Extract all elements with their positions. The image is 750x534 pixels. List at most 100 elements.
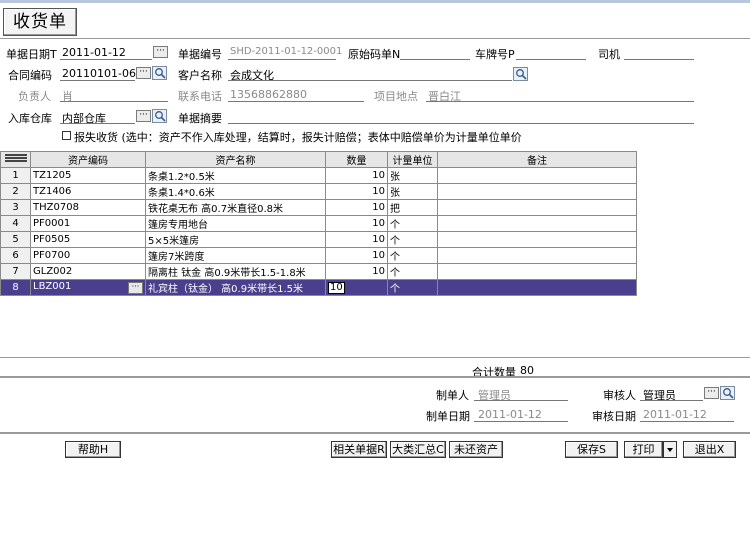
- cell-name[interactable]: 篷房7米跨度: [145, 247, 326, 264]
- cell-code[interactable]: PF0505: [30, 231, 146, 248]
- summary-field[interactable]: [228, 123, 694, 124]
- cell-note[interactable]: [437, 199, 637, 216]
- cell-qty[interactable]: 10: [325, 247, 388, 264]
- manager-underline: [60, 101, 168, 102]
- cell-qty[interactable]: 10: [325, 263, 388, 280]
- auditor-search-icon[interactable]: [720, 386, 735, 400]
- customer-search-icon[interactable]: [513, 67, 528, 81]
- warehouse-label: 入库仓库: [8, 112, 52, 125]
- contract-browse-button[interactable]: ···: [136, 67, 151, 79]
- cell-note[interactable]: [437, 231, 637, 248]
- cell-code[interactable]: TZ1205: [30, 167, 146, 184]
- cell-code[interactable]: TZ1406: [30, 183, 146, 200]
- cell-unit[interactable]: 张: [387, 167, 438, 184]
- cell-qty[interactable]: 10: [325, 183, 388, 200]
- maker-underline: [474, 400, 568, 401]
- category-summary-button[interactable]: 大类汇总C: [390, 441, 446, 458]
- qty-edit-input[interactable]: 10: [328, 281, 345, 294]
- cell-code[interactable]: LBZ001 ···: [30, 279, 146, 296]
- cell-qty[interactable]: 10: [325, 215, 388, 232]
- asset-grid[interactable]: 资产编码 资产名称 数量 计量单位 备注 1 TZ1205 条桌1.2*0.5米…: [0, 151, 637, 296]
- cell-unit[interactable]: 张: [387, 183, 438, 200]
- cell-qty[interactable]: 10: [325, 199, 388, 216]
- table-row[interactable]: 5 PF0505 5×5米篷房 10 个: [0, 231, 637, 248]
- cell-unit[interactable]: 个: [387, 247, 438, 264]
- plate-field[interactable]: [516, 59, 586, 60]
- loss-receive-checkbox[interactable]: [62, 131, 71, 140]
- cell-unit[interactable]: 个: [387, 279, 438, 296]
- table-row[interactable]: 1 TZ1205 条桌1.2*0.5米 10 张: [0, 167, 637, 184]
- print-dropdown-button[interactable]: [663, 441, 677, 458]
- col-quantity[interactable]: 数量: [325, 151, 388, 168]
- cell-name[interactable]: 条桌1.2*0.5米: [145, 167, 326, 184]
- cell-unit[interactable]: 个: [387, 263, 438, 280]
- cell-qty[interactable]: 10: [325, 231, 388, 248]
- help-button[interactable]: 帮助H: [65, 441, 121, 458]
- row-number: 1: [0, 167, 31, 184]
- cell-qty[interactable]: 10: [325, 167, 388, 184]
- doc-date-label: 单据日期T: [6, 48, 57, 61]
- cell-name[interactable]: 篷房专用地台: [145, 215, 326, 232]
- related-docs-button[interactable]: 相关单据R: [331, 441, 387, 458]
- exit-button[interactable]: 退出X: [683, 441, 736, 458]
- cell-unit[interactable]: 个: [387, 215, 438, 232]
- cell-note[interactable]: [437, 263, 637, 280]
- driver-field[interactable]: [624, 59, 694, 60]
- row-number: 8: [0, 279, 31, 296]
- cell-unit[interactable]: 把: [387, 199, 438, 216]
- cell-code[interactable]: GLZ002: [30, 263, 146, 280]
- cell-note[interactable]: [437, 247, 637, 264]
- form-title: 收货单: [3, 8, 77, 36]
- code-browse-button[interactable]: ···: [128, 282, 143, 294]
- col-note[interactable]: 备注: [437, 151, 637, 168]
- doc-no-underline: [228, 59, 336, 60]
- phone-underline: [228, 101, 364, 102]
- cell-code[interactable]: PF0700: [30, 247, 146, 264]
- contract-underline: [60, 80, 135, 81]
- doc-date-value[interactable]: 2011-01-12: [62, 46, 126, 59]
- customer-underline: [228, 80, 512, 81]
- unreturned-assets-button[interactable]: 未还资产: [449, 441, 503, 458]
- cell-note[interactable]: [437, 167, 637, 184]
- col-asset-name[interactable]: 资产名称: [145, 151, 326, 168]
- col-unit[interactable]: 计量单位: [387, 151, 438, 168]
- warehouse-underline: [60, 123, 135, 124]
- table-row[interactable]: 2 TZ1406 条桌1.4*0.6米 10 张: [0, 183, 637, 200]
- auditor-browse-button[interactable]: ···: [704, 387, 719, 399]
- doc-no-label: 单据编号: [178, 48, 222, 61]
- cell-name[interactable]: 条桌1.4*0.6米: [145, 183, 326, 200]
- doc-date-picker-button[interactable]: ···: [153, 46, 168, 58]
- cell-note[interactable]: [437, 183, 637, 200]
- cell-name[interactable]: 隔离柱 钛金 高0.9米带长1.5-1.8米: [145, 263, 326, 280]
- table-row[interactable]: 6 PF0700 篷房7米跨度 10 个: [0, 247, 637, 264]
- cell-unit[interactable]: 个: [387, 231, 438, 248]
- table-row[interactable]: 4 PF0001 篷房专用地台 10 个: [0, 215, 637, 232]
- loss-receive-label: 报失收货 (选中：资产不作入库处理，结算时，报失计赔偿；表体中赔偿单价为计量单位…: [74, 131, 522, 144]
- cell-note[interactable]: [437, 215, 637, 232]
- col-asset-code[interactable]: 资产编码: [30, 151, 146, 168]
- cell-code[interactable]: PF0001: [30, 215, 146, 232]
- phone-value: 13568862880: [230, 88, 307, 101]
- contract-value[interactable]: 20110101-06: [62, 67, 136, 80]
- grid-corner[interactable]: [0, 151, 31, 168]
- cell-qty[interactable]: 10: [325, 279, 388, 296]
- print-button[interactable]: 打印: [624, 441, 663, 458]
- cell-note[interactable]: [437, 279, 637, 296]
- doc-no-value: SHD-2011-01-12-0001: [230, 46, 343, 57]
- cell-name[interactable]: 铁花桌无布 高0.7米直径0.8米: [145, 199, 326, 216]
- orig-no-field[interactable]: [400, 59, 470, 60]
- project-underline: [426, 101, 694, 102]
- cell-code[interactable]: THZ0708: [30, 199, 146, 216]
- table-row[interactable]: 3 THZ0708 铁花桌无布 高0.7米直径0.8米 10 把: [0, 199, 637, 216]
- save-button[interactable]: 保存S: [565, 441, 618, 458]
- cell-name[interactable]: 5×5米篷房: [145, 231, 326, 248]
- contract-search-icon[interactable]: [152, 66, 167, 80]
- warehouse-browse-button[interactable]: ···: [136, 110, 151, 122]
- warehouse-search-icon[interactable]: [152, 109, 167, 123]
- cell-name[interactable]: 礼宾柱（钛金） 高0.9米带长1.5米: [145, 279, 326, 296]
- table-row[interactable]: 7 GLZ002 隔离柱 钛金 高0.9米带长1.5-1.8米 10 个: [0, 263, 637, 280]
- row-number: 7: [0, 263, 31, 280]
- table-row-selected[interactable]: 8 LBZ001 ··· 礼宾柱（钛金） 高0.9米带长1.5米 10 个: [0, 279, 637, 296]
- phone-label: 联系电话: [178, 90, 222, 103]
- manager-label: 负责人: [18, 90, 51, 103]
